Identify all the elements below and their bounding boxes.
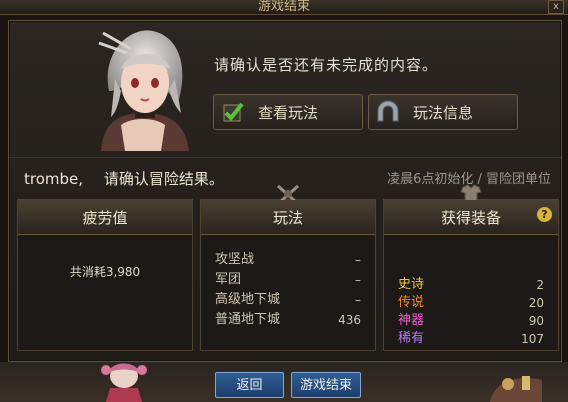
check-icon	[223, 102, 244, 122]
equipment-row-value: 2	[536, 278, 544, 292]
decoration-image	[490, 376, 542, 402]
gameplay-row: 高级地下城 –	[215, 290, 361, 310]
gameplay-row-value: 436	[338, 313, 361, 327]
equipment-row-label: 传说	[398, 295, 425, 310]
gameplay-info-button[interactable]: 玩法信息	[368, 94, 518, 130]
gameplay-row-label: 高级地下城	[215, 292, 281, 307]
gameplay-rows: 攻坚战 – 军团 – 高级地下城 – 普通地下城 436	[215, 250, 361, 330]
equipment-row-label: 史诗	[398, 277, 425, 292]
bottom-strip	[0, 362, 568, 402]
gameplay-row-value: –	[355, 293, 361, 307]
close-button[interactable]: x	[548, 0, 564, 14]
gameplay-row: 攻坚战 –	[215, 250, 361, 270]
equipment-panel: 获得装备 ? 史诗 2 传说 20 神器 90 稀有 107	[383, 184, 559, 351]
view-gameplay-button[interactable]: 查看玩法	[213, 94, 363, 130]
chibi-character-image	[101, 363, 147, 402]
player-confirm-line: trombe, 请确认冒险结果。	[24, 168, 224, 189]
equipment-row-value: 90	[528, 314, 544, 328]
gameplay-title: 玩法	[272, 209, 303, 227]
player-name: trombe,	[24, 170, 84, 188]
end-game-button[interactable]: 游戏结束	[291, 372, 361, 398]
gameplay-header: 玩法	[201, 200, 375, 235]
title-bar: 游戏结束 x	[0, 0, 568, 15]
fatigue-panel: 疲劳值 共消耗3,980	[17, 199, 193, 351]
gameplay-row-value: –	[355, 253, 361, 267]
window-title: 游戏结束	[257, 0, 310, 14]
question-icon[interactable]: ?	[537, 207, 552, 222]
gameplay-info-label: 玩法信息	[413, 103, 474, 122]
equipment-rows: 史诗 2 传说 20 神器 90 稀有 107	[398, 276, 544, 348]
gameplay-panel: 玩法 攻坚战 – 军团 – 高级地下城 – 普通地下城 436	[200, 184, 376, 351]
fatigue-title: 疲劳值	[82, 209, 128, 227]
shield-arch-icon	[377, 100, 399, 122]
equipment-row-value: 107	[521, 332, 544, 346]
gameplay-row: 普通地下城 436	[215, 310, 361, 330]
npc-portrait	[98, 30, 189, 151]
npc-prompt: 请确认是否还有未完成的内容。	[214, 56, 439, 74]
gameplay-row-label: 攻坚战	[215, 252, 255, 267]
back-button[interactable]: 返回	[215, 372, 284, 398]
equipment-row: 稀有 107	[398, 330, 544, 348]
equipment-row: 神器 90	[398, 312, 544, 330]
view-gameplay-label: 查看玩法	[258, 103, 319, 122]
gameplay-row-label: 军团	[215, 272, 242, 287]
gameplay-row-value: –	[355, 273, 361, 287]
equipment-row: 传说 20	[398, 294, 544, 312]
equipment-row: 史诗 2	[398, 276, 544, 294]
equipment-row-value: 20	[528, 296, 544, 310]
confirm-text: 请确认冒险结果。	[103, 170, 224, 188]
fatigue-header: 疲劳值	[18, 200, 192, 235]
equipment-header: 获得装备 ?	[384, 200, 558, 235]
equipment-row-label: 稀有	[398, 331, 425, 346]
gameplay-row-label: 普通地下城	[215, 312, 281, 327]
gameplay-row: 军团 –	[215, 270, 361, 290]
equipment-row-label: 神器	[398, 313, 425, 328]
result-window: 请确认是否还有未完成的内容。 查看玩法 玩法信息 trombe, 请确认冒险结果…	[8, 20, 562, 362]
fatigue-total: 共消耗3,980	[69, 265, 141, 279]
equipment-title: 获得装备	[440, 209, 501, 227]
